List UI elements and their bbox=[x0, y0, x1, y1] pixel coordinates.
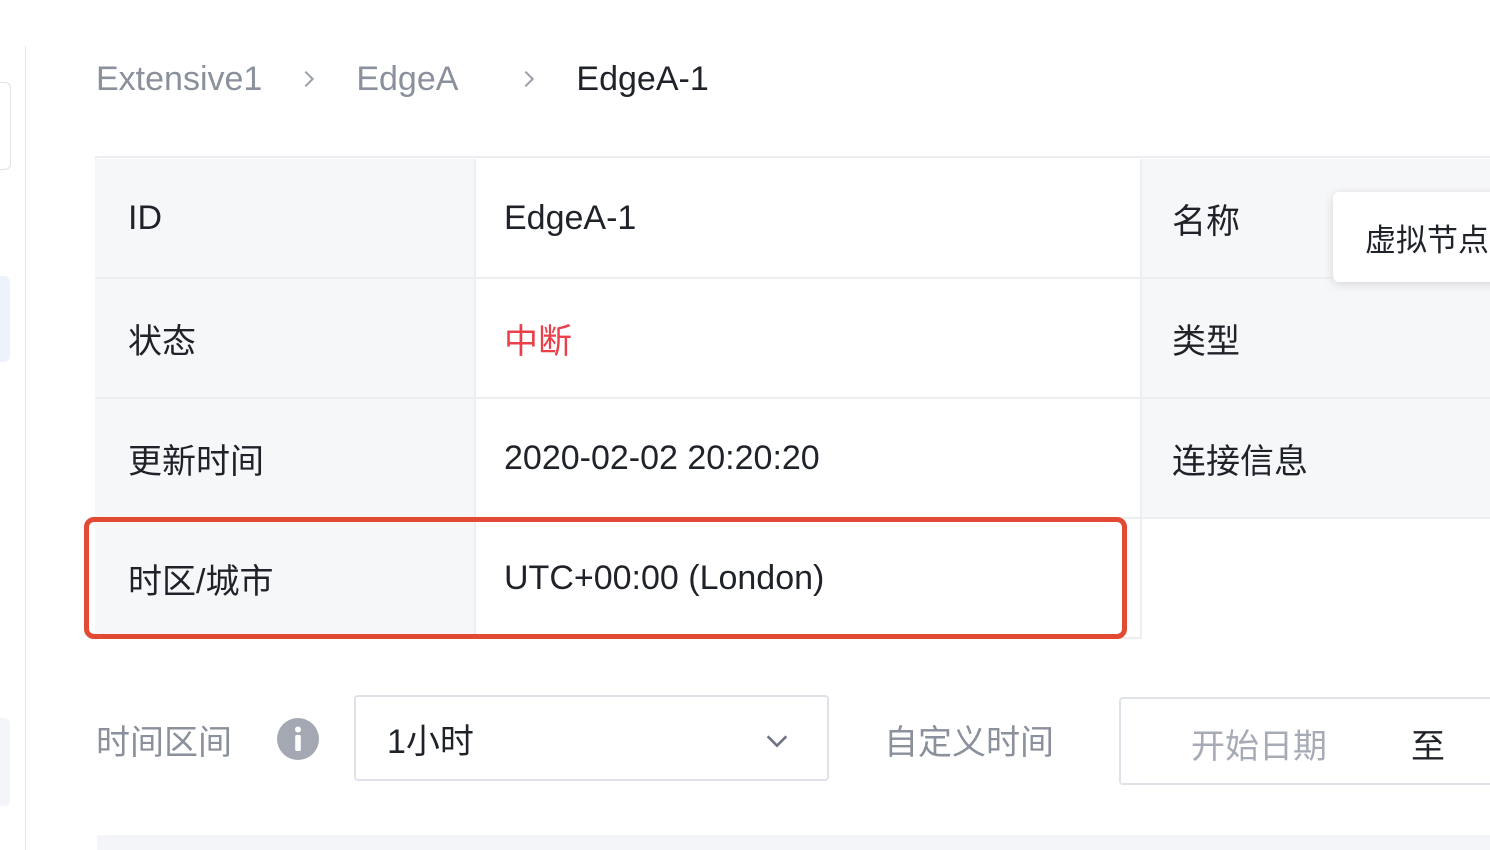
breadcrumb-item-extensive1[interactable]: Extensive1 bbox=[96, 60, 262, 99]
label-update-time: 更新时间 bbox=[95, 399, 476, 519]
value-status: 中断 bbox=[476, 279, 1142, 399]
date-range-picker[interactable]: 开始日期 至 bbox=[1119, 697, 1490, 785]
value-update-time: 2020-02-02 20:20:20 bbox=[476, 399, 1142, 519]
value-id: EdgeA-1 bbox=[476, 159, 1142, 279]
time-range-value: 1小时 bbox=[387, 722, 474, 761]
breadcrumb-item-edgea[interactable]: EdgeA bbox=[356, 60, 458, 99]
chevron-down-icon bbox=[766, 735, 788, 748]
breadcrumb-item-current: EdgeA-1 bbox=[576, 59, 709, 98]
tooltip-text: 虚拟节点 bbox=[1365, 222, 1489, 258]
table-border bbox=[95, 156, 1490, 158]
label-id: ID bbox=[95, 159, 476, 279]
content-area-edge bbox=[97, 835, 1490, 850]
time-range-label: 时间区间 bbox=[96, 723, 232, 762]
sidebar-item[interactable] bbox=[0, 718, 10, 806]
highlight-box bbox=[84, 517, 1127, 639]
tooltip: 虚拟节点 bbox=[1333, 192, 1490, 282]
chevron-right-icon bbox=[298, 68, 320, 90]
sidebar-input-box[interactable] bbox=[0, 82, 11, 170]
custom-time-label: 自定义时间 bbox=[884, 723, 1054, 762]
breadcrumb: Extensive1 EdgeA EdgeA-1 bbox=[96, 56, 709, 102]
label-connection-info: 连接信息 bbox=[1142, 399, 1490, 519]
sidebar-item-active[interactable] bbox=[0, 276, 10, 362]
time-range-select[interactable]: 1小时 bbox=[354, 695, 829, 781]
label-status: 状态 bbox=[95, 279, 476, 399]
chevron-right-icon bbox=[518, 68, 540, 90]
start-date-input[interactable]: 开始日期 bbox=[1191, 719, 1327, 768]
date-range-separator: 至 bbox=[1411, 728, 1445, 766]
label-type: 类型 bbox=[1142, 279, 1490, 399]
page: Extensive1 EdgeA EdgeA-1 ID EdgeA-1 名称 状… bbox=[0, 0, 1490, 850]
info-icon[interactable] bbox=[276, 717, 320, 761]
